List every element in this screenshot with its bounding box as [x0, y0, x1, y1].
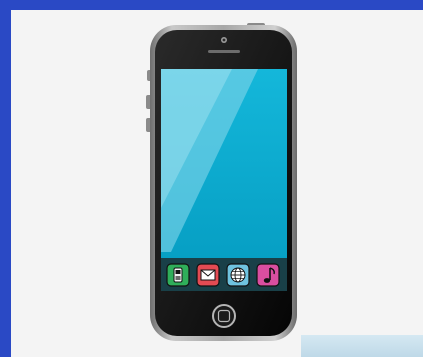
browser-app-icon[interactable]	[226, 263, 250, 287]
music-app-icon[interactable]	[256, 263, 280, 287]
camera-lens	[222, 38, 226, 42]
phone-app-icon[interactable]	[166, 263, 190, 287]
phone-illustration	[146, 23, 297, 341]
mail-app-icon[interactable]	[196, 263, 220, 287]
home-button[interactable]	[212, 304, 236, 328]
page-border	[0, 0, 423, 357]
speaker-grille	[208, 50, 240, 53]
